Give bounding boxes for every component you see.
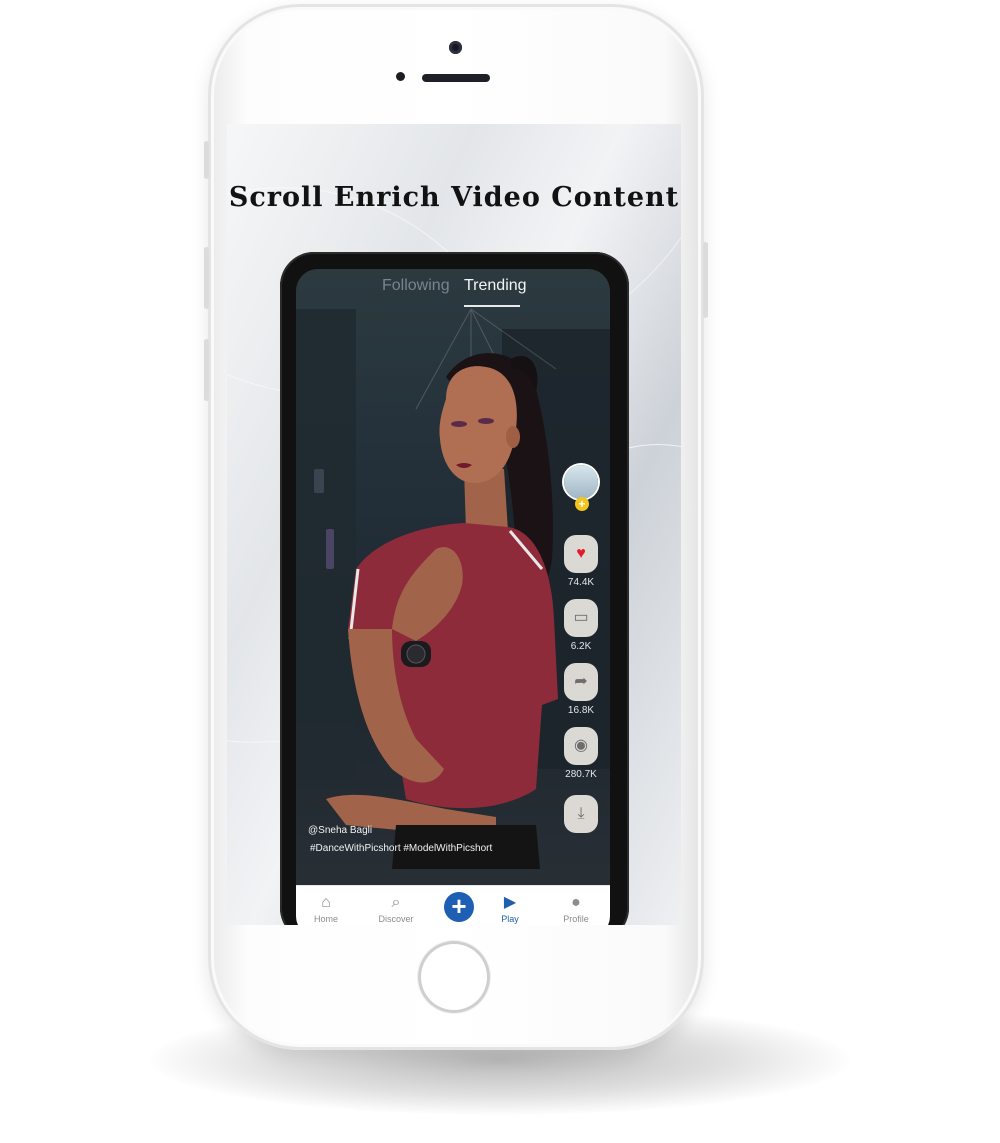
- bottom-nav: ⌂ Home ⌕ Discover + ▶ Play ● Profile: [296, 885, 610, 925]
- share-button[interactable]: ➦: [564, 663, 598, 701]
- nav-play[interactable]: ▶ Play: [482, 892, 538, 924]
- share-count: 16.8K: [567, 705, 595, 716]
- nav-home[interactable]: ⌂ Home: [298, 892, 354, 924]
- nav-home-label: Home: [313, 914, 338, 924]
- play-icon: ▶: [503, 894, 517, 911]
- phone-mockup: Scroll Enrich Video Content Following Tr…: [204, 4, 708, 1050]
- video-hashtags[interactable]: #DanceWithPicshort #ModelWithPicshort: [310, 843, 492, 854]
- comment-count: 6.2K: [570, 641, 592, 652]
- nav-profile[interactable]: ● Profile: [548, 892, 604, 924]
- eye-icon: ◉: [574, 737, 588, 754]
- home-button[interactable]: [418, 941, 490, 1013]
- app-phone-frame: Following Trending + ♥ 74.4K ▭ 6.2K ➦ 16…: [280, 252, 629, 925]
- nav-discover[interactable]: ⌕ Discover: [368, 892, 424, 924]
- plus-icon: +: [451, 891, 467, 921]
- video-feed-screen[interactable]: Following Trending + ♥ 74.4K ▭ 6.2K ➦ 16…: [296, 269, 610, 925]
- share-icon: ➦: [574, 673, 588, 690]
- create-button[interactable]: +: [444, 892, 474, 922]
- volume-up-button: [204, 247, 209, 309]
- nav-play-label: Play: [501, 914, 519, 924]
- home-icon: ⌂: [321, 894, 331, 911]
- download-icon: ⤓: [577, 805, 585, 822]
- follow-plus-icon[interactable]: +: [575, 497, 589, 511]
- volume-down-button: [204, 339, 209, 401]
- like-count: 74.4K: [567, 577, 595, 588]
- like-button[interactable]: ♥: [564, 535, 598, 573]
- sensor-dot: [396, 72, 405, 81]
- search-icon: ⌕: [391, 894, 401, 911]
- view-count: 280.7K: [565, 769, 597, 780]
- creator-avatar[interactable]: [564, 465, 598, 499]
- creator-username[interactable]: @Sneha Bagli: [308, 825, 372, 836]
- comment-button[interactable]: ▭: [564, 599, 598, 637]
- views-button[interactable]: ◉: [564, 727, 598, 765]
- heart-icon: ♥: [576, 545, 586, 562]
- nav-discover-label: Discover: [378, 914, 414, 924]
- camera-icon: [449, 41, 462, 54]
- user-icon: ●: [571, 894, 581, 911]
- page-title: Scroll Enrich Video Content: [228, 182, 680, 213]
- comment-icon: ▭: [573, 609, 589, 626]
- mute-switch: [204, 141, 209, 179]
- power-button: [703, 242, 708, 318]
- nav-profile-label: Profile: [563, 914, 589, 924]
- earpiece-speaker: [422, 74, 490, 82]
- download-button[interactable]: ⤓: [564, 795, 598, 833]
- device-screen: Scroll Enrich Video Content Following Tr…: [227, 124, 681, 925]
